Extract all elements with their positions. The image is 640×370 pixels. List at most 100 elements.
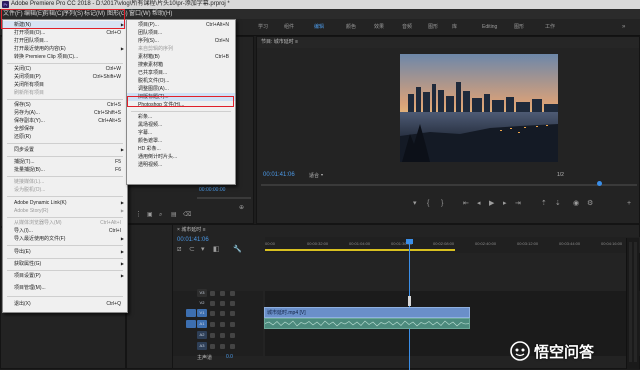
workspace-tab-library[interactable]: 库 [452, 19, 457, 35]
new-shared-project[interactable]: 已共享项目... [127, 69, 235, 77]
fit-dropdown[interactable]: 适合 [309, 172, 319, 179]
lock-icon[interactable] [210, 291, 215, 296]
new-item-icon[interactable]: ▤ [171, 211, 177, 219]
new-adjustment-layer[interactable]: 调整图层(A)... [127, 85, 235, 93]
sync-lock-icon[interactable] [220, 291, 225, 296]
solo-icon[interactable] [230, 333, 235, 338]
file-menu-sync-settings[interactable]: 同步设置 ▶ [3, 146, 127, 154]
file-menu-export[interactable]: 导出(E) ▶ [3, 248, 127, 256]
file-menu-convert-clip[interactable]: 转换 Premiere Clip 项目(C)... [3, 53, 127, 61]
play-icon[interactable]: ▶ [489, 200, 494, 208]
search-icon[interactable]: ⌕ [159, 211, 162, 219]
source-scrub-bar[interactable] [197, 197, 251, 199]
file-menu-save-as[interactable]: 另存为(A)... Ctrl+Shift+S [3, 109, 127, 117]
mute-icon[interactable] [220, 344, 225, 349]
file-menu-save-copy[interactable]: 保存副本(Y)... Ctrl+Alt+S [3, 117, 127, 125]
time-ruler[interactable]: 00:00 00:00:32:00 00:01:04:00 00:01:36:0… [265, 237, 640, 253]
file-menu-save-all[interactable]: 全部保存 [3, 125, 127, 133]
program-timecode[interactable]: 00:01:41:06 [263, 172, 295, 178]
file-menu-capture[interactable]: 捕捉(T)... F5 [3, 158, 127, 166]
delete-icon[interactable]: ⌫ [183, 211, 191, 219]
workspace-tab-work[interactable]: 工作 [545, 19, 555, 35]
mute-icon[interactable] [220, 322, 225, 327]
step-back-frame-icon[interactable]: ◂ [477, 200, 481, 208]
workspace-overflow-icon[interactable]: » [622, 19, 625, 35]
track-label-a3[interactable]: A3 [197, 342, 207, 350]
new-color-matte[interactable]: 颜色遮罩... [127, 137, 235, 145]
file-menu-close[interactable]: 关闭(C) Ctrl+W [3, 65, 127, 73]
snap-icon[interactable]: ⧄ [177, 246, 181, 254]
playback-resolution[interactable]: 1/2 [557, 172, 564, 178]
master-volume-value[interactable]: 0.0 [226, 354, 233, 360]
track-label-a2[interactable]: A2 [197, 331, 207, 339]
add-button-icon[interactable]: + [627, 200, 631, 208]
new-countdown-leader[interactable]: 通用倒计时片头... [127, 153, 235, 161]
file-menu-project-settings[interactable]: 项目设置(P) ▶ [3, 272, 127, 280]
add-marker-icon[interactable]: ▾ [201, 246, 205, 254]
eye-icon[interactable] [230, 311, 235, 316]
wrench-icon[interactable]: 🔧 [233, 246, 242, 254]
mark-in-icon[interactable]: ▾ [413, 200, 417, 208]
workspace-tab-graphics[interactable]: 图形 [428, 19, 438, 35]
export-frame-icon[interactable]: ◉ [573, 200, 579, 208]
new-project[interactable]: 项目(P)... Ctrl+Alt+N [127, 21, 235, 29]
file-menu-close-project[interactable]: 关闭项目(P) Ctrl+Shift+W [3, 73, 127, 81]
file-menu-project-manager[interactable]: 项目管理(M)... [3, 284, 127, 292]
source-overflow-icon[interactable]: ⊕ [239, 204, 244, 212]
file-menu-revert[interactable]: 还原(R) [3, 133, 127, 141]
workspace-tab-audio[interactable]: 音频 [402, 19, 412, 35]
workspace-tab-graphics-2[interactable]: 图形 [514, 19, 524, 35]
file-menu-open-recent[interactable]: 打开最近使用的内容(E) ▶ [3, 45, 127, 53]
lock-icon[interactable] [210, 333, 215, 338]
track-label-a1[interactable]: A1 [197, 320, 207, 328]
file-menu-import[interactable]: 导入(I)... Ctrl+I [3, 227, 127, 235]
menu-help[interactable]: 帮助(H) [152, 9, 172, 19]
mark-out-icon[interactable]: { [427, 200, 429, 208]
workspace-tab-color[interactable]: 颜色 [346, 19, 356, 35]
step-back-icon[interactable]: ⇤ [463, 200, 469, 208]
new-sequence[interactable]: 序列(S)... Ctrl+N [127, 37, 235, 45]
lock-icon[interactable] [210, 311, 215, 316]
program-playhead[interactable] [597, 181, 602, 186]
file-menu-close-all[interactable]: 关闭所有项目 [3, 81, 127, 89]
file-menu-get-properties[interactable]: 获取属性(G) ▶ [3, 260, 127, 268]
mute-icon[interactable] [220, 333, 225, 338]
workspace-tab-editing[interactable]: 编辑 [314, 19, 324, 35]
sync-lock-icon[interactable] [220, 301, 225, 306]
workspace-tab-learn[interactable]: 学习 [258, 19, 268, 35]
list-view-icon[interactable]: ⋮ [135, 211, 142, 219]
new-bin-icon[interactable]: ▣ [147, 211, 153, 219]
new-black-video[interactable]: 黑场视频... [127, 121, 235, 129]
source-patch-v1[interactable] [186, 309, 196, 317]
source-patch-a1[interactable] [186, 320, 196, 328]
step-forward-frame-icon[interactable]: ▸ [503, 200, 507, 208]
linked-selection-icon[interactable]: ⊂ [189, 246, 195, 254]
settings-icon[interactable]: ⚙ [587, 200, 593, 208]
program-scrub-bar[interactable] [261, 184, 637, 186]
file-menu-exit[interactable]: 退出(X) Ctrl+Q [3, 300, 127, 308]
lock-icon[interactable] [210, 344, 215, 349]
solo-icon[interactable] [230, 322, 235, 327]
lock-icon[interactable] [210, 301, 215, 306]
lift-icon[interactable]: ⇡ [541, 200, 547, 208]
menu-window[interactable]: 窗口(W) [129, 9, 151, 19]
extract-icon[interactable]: ⇣ [555, 200, 561, 208]
new-captions[interactable]: 字幕... [127, 129, 235, 137]
title-clip-v2[interactable] [408, 296, 411, 306]
new-bars-and-tone[interactable]: 彩条... [127, 113, 235, 121]
workspace-tab-editing-en[interactable]: Editing [482, 19, 497, 35]
file-menu-open-project[interactable]: 打开项目(O)... Ctrl+O [3, 29, 127, 37]
workspace-tab-effects[interactable]: 效果 [374, 19, 384, 35]
work-area-bar[interactable] [265, 249, 455, 251]
fit-chevron-down-icon[interactable]: ▾ [321, 172, 323, 177]
new-offline-file[interactable]: 脱机文件(O)... [127, 77, 235, 85]
sync-lock-icon[interactable] [220, 311, 225, 316]
file-menu-dynamic-link[interactable]: Adobe Dynamic Link(K) ▶ [3, 199, 127, 207]
go-to-out-icon[interactable]: ⇥ [515, 200, 521, 208]
playhead-handle[interactable] [406, 239, 413, 244]
new-transparent-video[interactable]: 透明视频... [127, 161, 235, 169]
workspace-tab-assembly[interactable]: 组件 [284, 19, 294, 35]
eye-icon[interactable] [230, 301, 235, 306]
lock-icon[interactable] [210, 322, 215, 327]
solo-icon[interactable] [230, 344, 235, 349]
